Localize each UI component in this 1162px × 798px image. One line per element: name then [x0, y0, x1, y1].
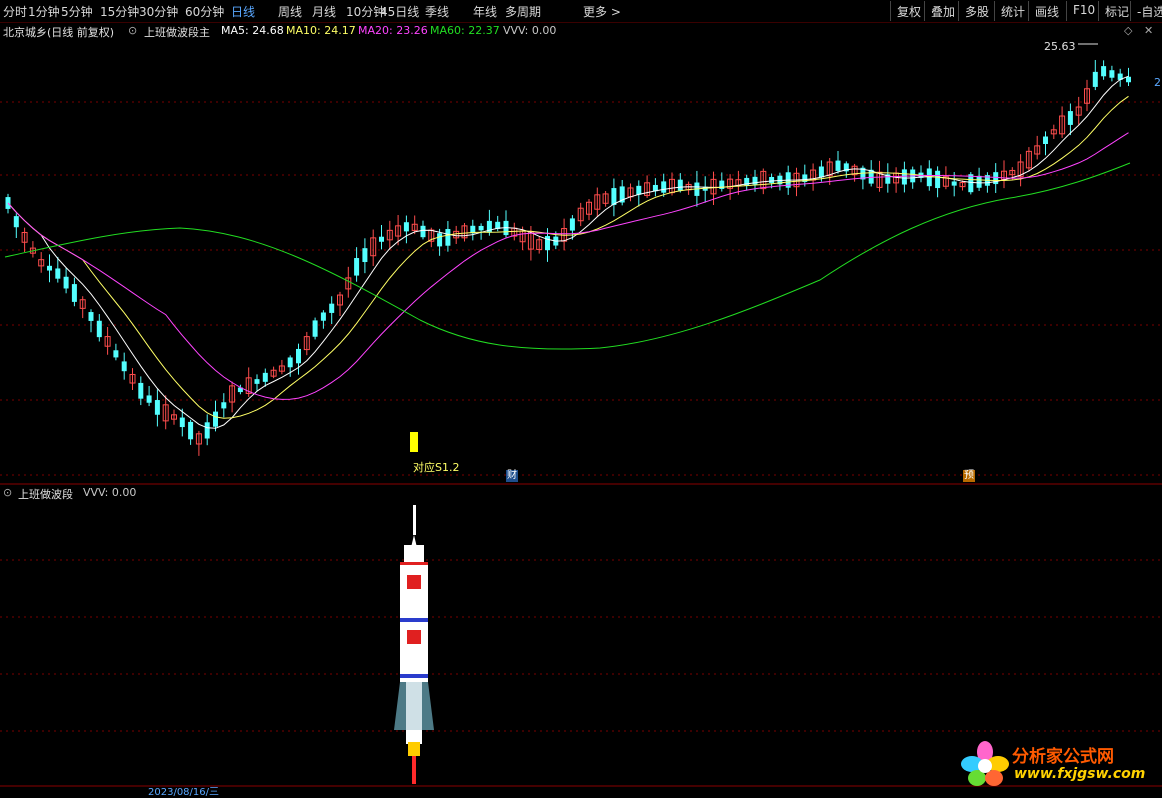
candle-body [138, 382, 144, 399]
candle-body [63, 276, 69, 289]
candle-body [935, 170, 941, 189]
candle-body [362, 248, 368, 263]
candle-body [403, 222, 409, 232]
candle-body [179, 417, 185, 428]
candle-body [154, 400, 160, 415]
candle-body [420, 225, 426, 238]
rocket-antenna [413, 505, 416, 535]
ma60-line [4, 162, 1131, 350]
candle-body [379, 236, 384, 242]
sub-info-bar: ⊙ 上班做波段 VVV: 0.00 [0, 484, 400, 502]
candle-body [213, 411, 218, 427]
date-axis-label: 2023/08/16/三 [148, 787, 220, 798]
candle-body [146, 395, 152, 403]
candle-body [329, 303, 335, 313]
candle-body [968, 174, 974, 193]
candle-body [71, 284, 77, 302]
candle-body [1092, 71, 1098, 87]
candle-body [901, 169, 907, 185]
candle-body [1043, 136, 1048, 144]
sub-indicator-name[interactable]: 上班做波段 [18, 486, 73, 502]
candle-body [254, 379, 260, 384]
candle-body [1101, 66, 1107, 77]
rocket-flame [408, 742, 420, 756]
flower-logo-icon [961, 741, 1009, 786]
candle-body [47, 265, 52, 271]
candle-body [13, 216, 19, 228]
rocket-stripe-red [400, 562, 428, 565]
candle-body [926, 168, 932, 187]
candle-body [88, 312, 94, 321]
candle-body [478, 225, 484, 231]
rocket-stripe-blue [400, 674, 428, 678]
candle-body [976, 175, 982, 188]
rocket-stripe-blue [400, 618, 428, 622]
sub-vvv-value: VVV: 0.00 [83, 486, 137, 499]
finance-badge[interactable]: 财 [506, 470, 518, 482]
forecast-badge[interactable]: 预 [963, 470, 975, 482]
candle-body [951, 181, 957, 186]
candle-body [55, 268, 61, 279]
watermark-title: 分析家公式网 [1012, 747, 1114, 767]
candle-body [312, 320, 318, 337]
candle-body [204, 422, 210, 439]
candle-body [569, 218, 575, 231]
buy-signal-label: 对应S1.2 [413, 461, 460, 474]
rocket-window [407, 575, 421, 589]
rocket-nose [404, 545, 424, 563]
candle-body [1126, 76, 1131, 83]
candle-body [437, 233, 443, 247]
candle-body [354, 258, 360, 276]
watermark-url: www.fxjgsw.com [1014, 766, 1146, 782]
candle-body [769, 176, 775, 184]
candle-body [661, 181, 667, 193]
candle-body [1067, 111, 1073, 125]
candle-body [636, 185, 642, 195]
ma5-line [7, 75, 1129, 429]
rocket-exhaust [412, 756, 416, 784]
rocket-window [407, 630, 421, 644]
right-price-tick: 2 [1154, 76, 1161, 89]
candle-body [221, 402, 227, 409]
buy-signal-bar [410, 432, 418, 452]
site-watermark: 分析家公式网 www.fxjgsw.com [958, 738, 1158, 794]
candle-body [320, 312, 326, 321]
ma20-line [7, 132, 1129, 400]
candle-body [445, 229, 451, 246]
rocket-engine [406, 730, 422, 744]
ma10-line [7, 95, 1129, 419]
candle-body [835, 160, 841, 171]
high-price-marker: 25.63 [1044, 40, 1076, 53]
candle-body [113, 350, 119, 358]
rocket-core [406, 682, 422, 732]
settings-circle-icon[interactable]: ⊙ [3, 486, 12, 499]
kline-chart[interactable] [0, 0, 1162, 798]
candle-body [677, 179, 683, 191]
candle-body [121, 361, 127, 372]
candle-body [188, 421, 194, 440]
candle-body [818, 166, 824, 178]
candle-body [287, 357, 293, 368]
candle-body [611, 188, 617, 205]
candle-body [296, 348, 301, 364]
candle-body [96, 320, 102, 338]
candle-body [262, 372, 268, 382]
candle-body [1109, 70, 1115, 78]
